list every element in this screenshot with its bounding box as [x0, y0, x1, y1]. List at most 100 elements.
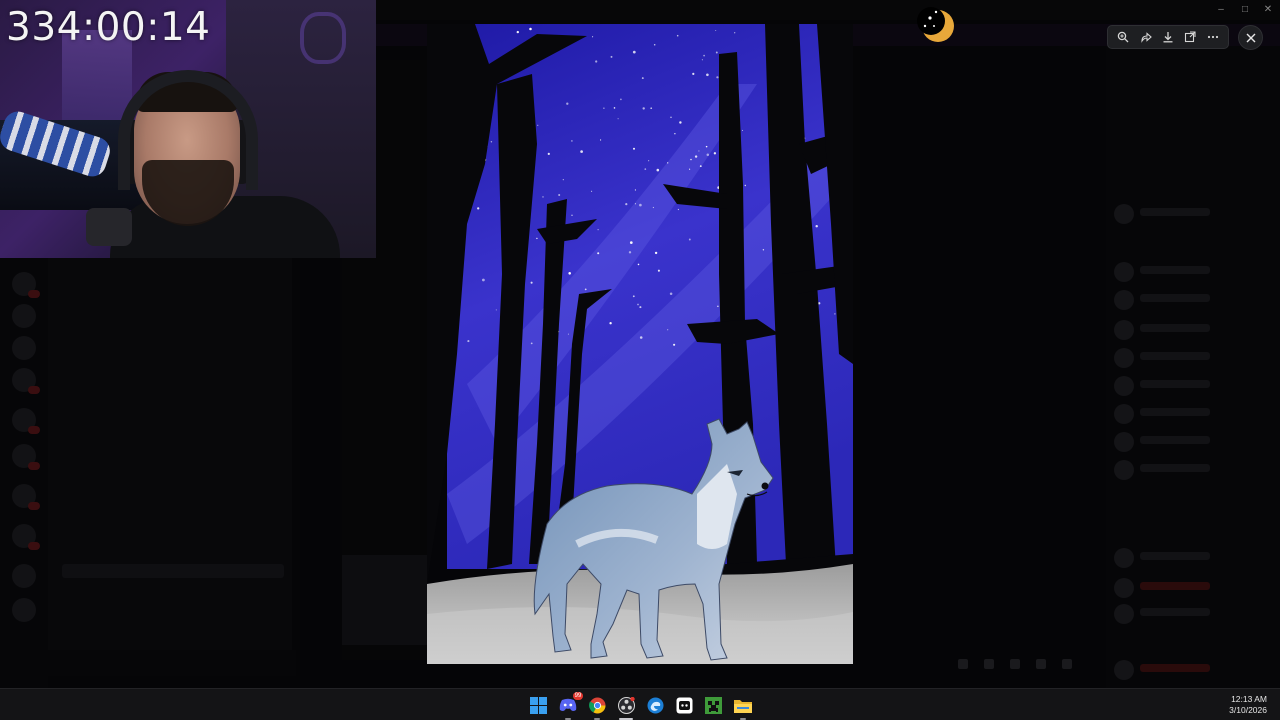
share-forward-icon[interactable]: [1137, 28, 1155, 46]
star: [677, 208, 680, 211]
chat-input-tools: [958, 656, 1088, 670]
webcam-overlay: 334:00:14: [0, 0, 376, 258]
download-icon[interactable]: [1159, 28, 1177, 46]
chrome-icon[interactable]: [587, 695, 607, 720]
star: [477, 207, 480, 210]
member-item[interactable]: [1114, 604, 1274, 624]
member-item[interactable]: [1114, 460, 1274, 480]
star: [641, 77, 644, 80]
server-list: [0, 258, 48, 688]
microphone: [86, 208, 132, 246]
star: [734, 32, 736, 34]
member-item[interactable]: [1114, 548, 1274, 568]
member-item[interactable]: [1114, 376, 1274, 396]
star: [610, 55, 613, 58]
taskbar: 99 12:13 AM 3/10/2026: [0, 688, 1280, 720]
server-icon[interactable]: [12, 484, 40, 510]
member-item[interactable]: [1114, 660, 1274, 680]
moon-icon: [916, 4, 958, 46]
close-viewer-button[interactable]: [1238, 25, 1263, 50]
more-options-icon[interactable]: [1204, 28, 1222, 46]
star: [741, 129, 744, 131]
stream-timer: 334:00:14: [6, 5, 211, 50]
add-server-icon[interactable]: [12, 564, 36, 588]
server-icon[interactable]: [12, 408, 40, 434]
star: [597, 229, 599, 231]
star: [530, 342, 533, 345]
star: [653, 43, 656, 46]
star: [644, 168, 647, 170]
folder-icon[interactable]: [733, 695, 753, 720]
minimize-icon[interactable]: –: [1214, 3, 1228, 17]
star: [705, 145, 708, 148]
star: [715, 29, 717, 32]
star: [688, 238, 691, 241]
star: [717, 305, 719, 308]
star: [613, 107, 616, 109]
star: [542, 196, 544, 198]
star: [609, 322, 612, 325]
clock-date: 3/10/2026: [1229, 705, 1267, 715]
zoom-in-icon[interactable]: [1114, 28, 1132, 46]
star: [571, 214, 573, 216]
channel-item-active[interactable]: [62, 564, 284, 578]
server-icon[interactable]: [12, 304, 36, 328]
star: [617, 118, 619, 120]
server-icon[interactable]: [12, 444, 40, 470]
edge-icon[interactable]: [645, 695, 665, 715]
star: [690, 158, 692, 161]
star: [744, 184, 747, 187]
star: [674, 133, 676, 135]
star: [667, 162, 669, 164]
viewer-image: [427, 24, 853, 664]
star: [642, 107, 645, 110]
star: [634, 189, 636, 191]
star: [632, 50, 636, 54]
server-icon[interactable]: [12, 336, 36, 360]
star: [637, 303, 639, 306]
star: [537, 124, 539, 126]
star: [490, 141, 493, 143]
star: [571, 140, 573, 142]
member-item[interactable]: [1114, 262, 1274, 282]
app-icon[interactable]: [674, 695, 694, 715]
minecraft-icon[interactable]: [703, 695, 723, 715]
star: [482, 278, 485, 282]
star: [667, 329, 669, 331]
open-external-icon[interactable]: [1181, 28, 1199, 46]
star: [698, 150, 700, 152]
explore-icon[interactable]: [12, 598, 36, 622]
windows-start-icon[interactable]: [528, 695, 548, 715]
member-item[interactable]: [1114, 578, 1274, 598]
server-icon[interactable]: [12, 272, 40, 298]
clock-time: 12:13 AM: [1231, 694, 1267, 704]
server-icon[interactable]: [12, 524, 40, 550]
obs-icon[interactable]: [616, 695, 636, 720]
member-item[interactable]: [1114, 204, 1274, 224]
discord-icon[interactable]: 99: [558, 692, 583, 720]
star: [597, 252, 600, 255]
star: [632, 295, 635, 298]
star: [834, 313, 836, 315]
star: [654, 251, 658, 255]
member-item[interactable]: [1114, 290, 1274, 310]
message-embed: [342, 555, 428, 645]
discord-notification-badge: 99: [573, 692, 583, 700]
member-item[interactable]: [1114, 320, 1274, 340]
maximize-icon[interactable]: □: [1238, 3, 1252, 17]
star: [657, 269, 660, 272]
system-clock[interactable]: 12:13 AM 3/10/2026: [1229, 694, 1267, 716]
member-item[interactable]: [1114, 348, 1274, 368]
star: [762, 249, 765, 251]
star: [652, 206, 654, 209]
star: [633, 147, 635, 150]
window-close-icon[interactable]: ✕: [1261, 3, 1275, 17]
star: [467, 340, 470, 343]
member-item[interactable]: [1114, 404, 1274, 424]
server-icon[interactable]: [12, 368, 40, 394]
star: [628, 251, 632, 254]
star: [516, 30, 519, 34]
star: [676, 34, 679, 37]
member-item[interactable]: [1114, 432, 1274, 452]
star: [673, 343, 676, 346]
